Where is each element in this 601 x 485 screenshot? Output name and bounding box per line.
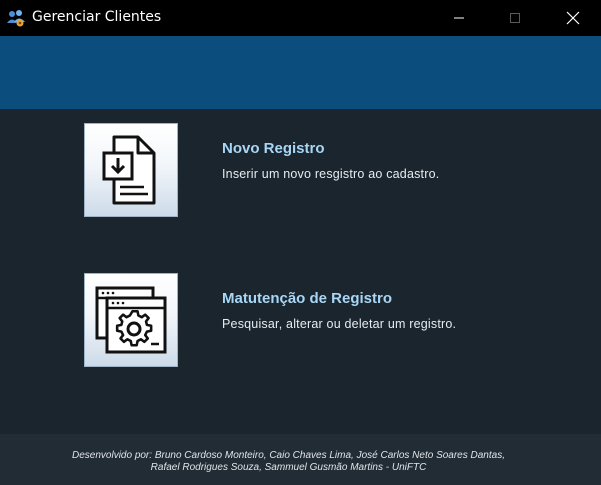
header-banner: [0, 36, 601, 109]
footer-credits-line1: Desenvolvido por: Bruno Cardoso Monteiro…: [72, 450, 505, 461]
new-record-description: Inserir um novo resgistro ao cadastro.: [222, 167, 440, 181]
title-bar[interactable]: Gerenciar Clientes: [0, 0, 601, 36]
window-title: Gerenciar Clientes: [32, 9, 162, 25]
footer-credits-line2: Rafael Rodrigues Souza, Sammuel Gusmão M…: [150, 462, 427, 473]
users-app-icon: [7, 10, 25, 27]
new-record-title[interactable]: Novo Registro: [222, 140, 325, 157]
new-record-button[interactable]: [84, 123, 178, 217]
minimize-icon: [454, 17, 464, 19]
maximize-icon: [510, 13, 520, 23]
minimize-button[interactable]: [436, 0, 482, 36]
footer: Desenvolvido por: Bruno Cardoso Monteiro…: [0, 434, 601, 485]
settings-window-icon: [95, 286, 167, 354]
maximize-button[interactable]: [492, 0, 538, 36]
maintenance-title[interactable]: Matutenção de Registro: [222, 290, 392, 307]
close-icon: [566, 11, 580, 25]
maintenance-description: Pesquisar, alterar ou deletar um registr…: [222, 317, 457, 331]
maintenance-button[interactable]: [84, 273, 178, 367]
new-document-icon: [102, 135, 156, 205]
app-window: Gerenciar Clientes Novo Registro Inserir…: [0, 0, 601, 485]
close-button[interactable]: [550, 0, 596, 36]
